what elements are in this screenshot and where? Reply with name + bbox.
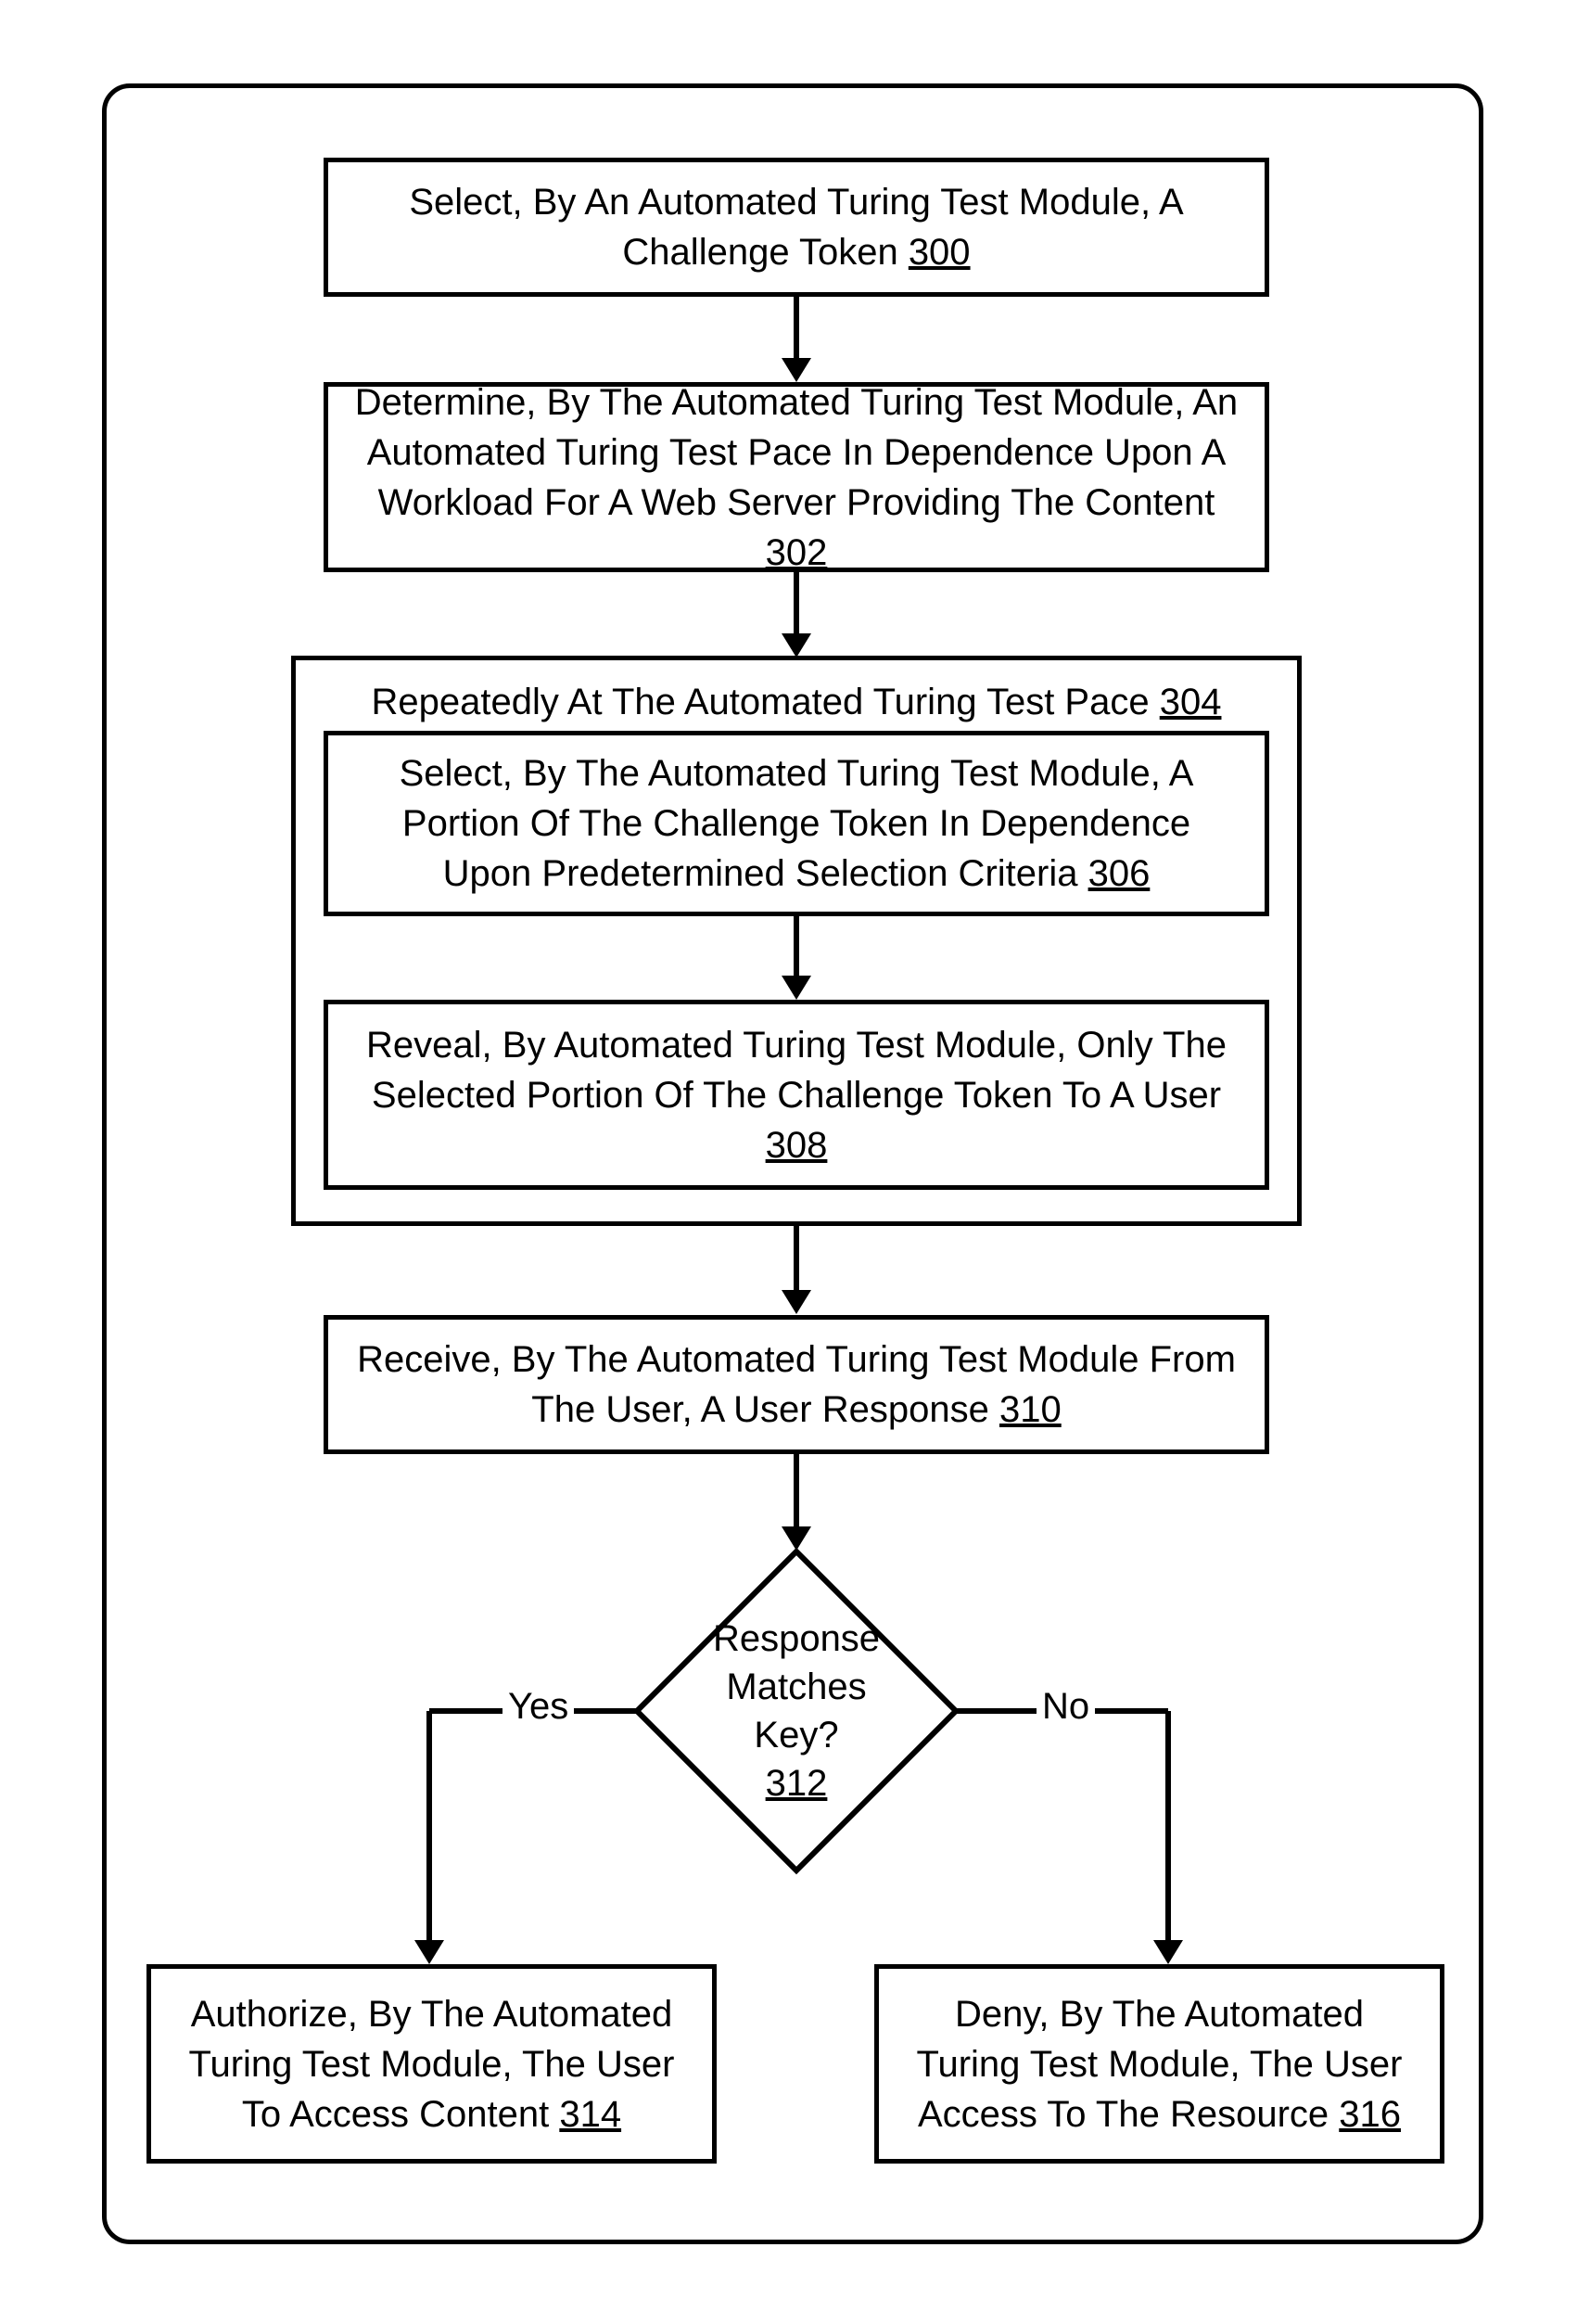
- process-box-306: Select, By The Automated Turing Test Mod…: [324, 731, 1269, 916]
- box-text: Select, By The Automated Turing Test Mod…: [400, 753, 1194, 894]
- box-text: Determine, By The Automated Turing Test …: [355, 382, 1238, 523]
- branch-label-yes: Yes: [502, 1686, 574, 1728]
- box-ref: 316: [1339, 2094, 1401, 2135]
- decision-ref: 312: [766, 1763, 828, 1804]
- arrow-yes: [426, 1708, 644, 1968]
- container-ref: 304: [1160, 682, 1222, 722]
- box-ref: 300: [909, 232, 971, 273]
- decision-312: Response Matches Key? 312: [630, 1544, 963, 1878]
- arrow-no: [953, 1708, 1180, 1968]
- box-ref: 314: [559, 2094, 621, 2135]
- branch-label-no: No: [1037, 1686, 1095, 1728]
- process-box-310: Receive, By The Automated Turing Test Mo…: [324, 1315, 1269, 1454]
- decision-line2: Matches Key?: [681, 1663, 912, 1759]
- process-box-302: Determine, By The Automated Turing Test …: [324, 382, 1269, 572]
- container-title-text: Repeatedly At The Automated Turing Test …: [372, 682, 1160, 722]
- box-ref: 308: [766, 1125, 828, 1166]
- arrow-306-308: [787, 916, 806, 1004]
- box-text: Receive, By The Automated Turing Test Mo…: [357, 1339, 1236, 1430]
- box-ref: 310: [999, 1389, 1062, 1430]
- flowchart-canvas: Select, By An Automated Turing Test Modu…: [0, 0, 1590, 2324]
- arrow-302-304: [787, 572, 806, 660]
- box-text: Deny, By The Automated Turing Test Modul…: [917, 1994, 1403, 2135]
- container-title: Repeatedly At The Automated Turing Test …: [296, 660, 1297, 727]
- box-ref: 302: [766, 532, 828, 573]
- process-box-314: Authorize, By The Automated Turing Test …: [146, 1964, 717, 2164]
- box-text: Select, By An Automated Turing Test Modu…: [409, 182, 1183, 273]
- arrow-310-312: [787, 1454, 806, 1554]
- process-box-300: Select, By An Automated Turing Test Modu…: [324, 158, 1269, 297]
- decision-line1: Response: [713, 1615, 880, 1663]
- process-box-308: Reveal, By Automated Turing Test Module,…: [324, 1000, 1269, 1190]
- process-box-316: Deny, By The Automated Turing Test Modul…: [874, 1964, 1444, 2164]
- arrow-304-310: [787, 1226, 806, 1319]
- arrow-300-302: [787, 297, 806, 385]
- box-ref: 306: [1088, 853, 1151, 894]
- box-text: Reveal, By Automated Turing Test Module,…: [366, 1025, 1227, 1116]
